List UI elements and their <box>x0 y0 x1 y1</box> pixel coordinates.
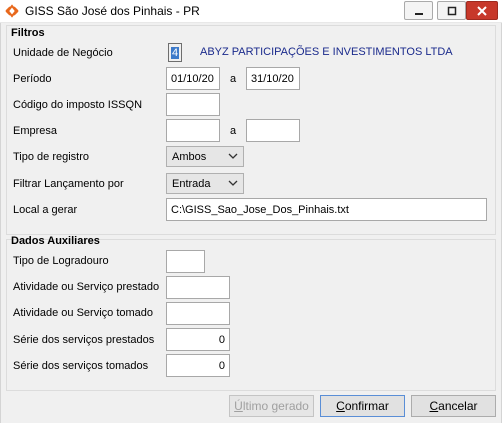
periodo-to-field[interactable]: 31/10/20 <box>246 67 300 90</box>
filtrar-value: Entrada <box>172 177 211 190</box>
prestado-label: Atividade ou Serviço prestado <box>13 281 160 293</box>
ultimo-gerado-label: ltimo gerado <box>242 399 309 413</box>
tomado-label: Atividade ou Serviço tomado <box>13 307 154 319</box>
dialog-body: Filtros Unidade de Negócio 4 ABYZ PARTIC… <box>0 23 502 423</box>
empresa-to-field[interactable] <box>246 119 300 142</box>
tipo-label: Tipo de registro <box>13 151 90 163</box>
minimize-button[interactable] <box>404 1 433 20</box>
periodo-separator: a <box>230 73 237 85</box>
logradouro-label: Tipo de Logradouro <box>13 255 109 267</box>
auxiliares-title: Dados Auxiliares <box>11 235 100 247</box>
tomado-field[interactable] <box>166 302 230 325</box>
confirmar-label: onfirmar <box>344 399 389 413</box>
periodo-from-field[interactable]: 01/10/20 <box>166 67 220 90</box>
unidade-code-value: 4 <box>170 46 180 59</box>
cancelar-button[interactable]: Cancelar <box>411 395 496 417</box>
empresa-label: Empresa <box>13 125 58 137</box>
periodo-label: Período <box>13 73 52 85</box>
serie-prestados-label: Série dos serviços prestados <box>13 334 155 346</box>
prestado-field[interactable] <box>166 276 230 299</box>
filtrar-select[interactable]: Entrada <box>166 173 244 194</box>
cancelar-label: ancelar <box>438 399 478 413</box>
serie-prestados-field[interactable]: 0 <box>166 328 230 351</box>
chevron-down-icon <box>228 180 238 186</box>
tipo-select[interactable]: Ambos <box>166 146 244 167</box>
codigo-field[interactable] <box>166 93 220 116</box>
serie-tomados-field[interactable]: 0 <box>166 354 230 377</box>
local-field[interactable]: C:\GISS_Sao_Jose_Dos_Pinhais.txt <box>166 198 487 221</box>
filtrar-label: Filtrar Lançamento por <box>13 178 124 190</box>
unidade-name: ABYZ PARTICIPAÇÕES E INVESTIMENTOS LTDA <box>200 46 453 58</box>
filtros-title: Filtros <box>11 27 45 39</box>
empresa-from-field[interactable] <box>166 119 220 142</box>
unidade-label: Unidade de Negócio <box>13 47 113 59</box>
app-logo-icon <box>5 4 19 18</box>
unidade-code-field[interactable]: 4 <box>168 43 182 62</box>
logradouro-field[interactable] <box>166 250 205 273</box>
empresa-separator: a <box>230 125 237 137</box>
codigo-label: Código do imposto ISSQN <box>13 99 143 111</box>
close-button[interactable] <box>466 1 498 20</box>
cancelar-mnemonic: C <box>429 399 439 413</box>
close-icon <box>477 5 487 16</box>
minimize-icon <box>414 12 423 15</box>
window-title: GISS São José dos Pinhais - PR <box>25 4 200 18</box>
maximize-icon <box>447 6 456 15</box>
title-bar[interactable]: GISS São José dos Pinhais - PR <box>0 0 502 23</box>
chevron-down-icon <box>228 153 238 159</box>
ultimo-gerado-mnemonic: Ú <box>234 399 243 413</box>
maximize-button[interactable] <box>437 1 466 20</box>
local-label: Local a gerar <box>13 204 78 216</box>
tipo-value: Ambos <box>172 150 207 163</box>
confirmar-mnemonic: C <box>336 399 345 413</box>
ultimo-gerado-button[interactable]: Último gerado <box>229 395 314 417</box>
serie-tomados-label: Série dos serviços tomados <box>13 360 149 372</box>
confirmar-button[interactable]: Confirmar <box>320 395 405 417</box>
